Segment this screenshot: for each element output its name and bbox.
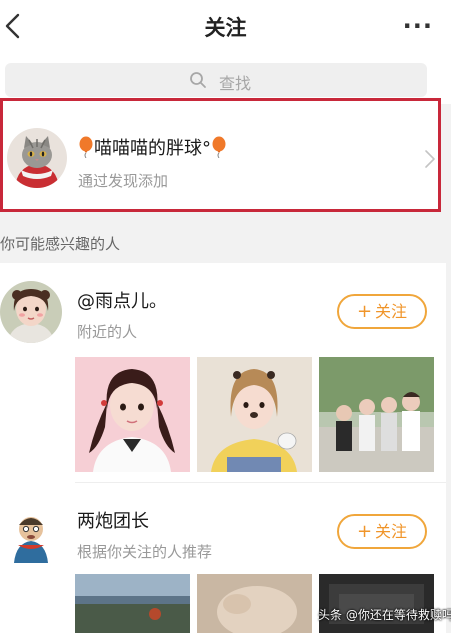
plus-icon: + xyxy=(356,301,373,322)
suggested-user-name[interactable]: 两炮团长 xyxy=(77,507,149,533)
top-bar: 关注 ··· xyxy=(0,0,451,52)
photo-strip xyxy=(75,574,435,633)
photo-thumbnail[interactable] xyxy=(75,574,190,633)
page-title: 关注 xyxy=(204,16,247,40)
follow-button[interactable]: + 关注 xyxy=(337,294,427,329)
photo-thumbnail[interactable] xyxy=(197,574,312,633)
followed-user-name-text: 喵喵喵的胖球° xyxy=(94,138,211,159)
suggestion-reason: 附近的人 xyxy=(77,323,138,341)
photo-thumbnail[interactable] xyxy=(197,357,312,472)
section-heading: 你可能感兴趣的人 xyxy=(0,235,121,253)
more-options-icon[interactable]: ··· xyxy=(403,12,433,40)
followed-user-row[interactable]: 喵喵喵的胖球° 通过发现添加 xyxy=(0,98,441,212)
suggested-user-name[interactable]: @雨点儿。 xyxy=(77,287,167,313)
search-area: 查找 xyxy=(0,52,451,104)
suggestions-list: @雨点儿。 附近的人 + 关注 两炮团长 根据你关注的人推荐 + 关注 xyxy=(0,263,446,633)
photo-thumbnail[interactable] xyxy=(319,574,434,633)
plus-icon: + xyxy=(356,521,373,542)
avatar[interactable] xyxy=(0,281,62,343)
search-icon xyxy=(190,72,206,88)
follow-label: 关注 xyxy=(375,522,408,541)
cat-avatar[interactable] xyxy=(7,128,67,188)
photo-strip xyxy=(75,357,435,472)
photo-thumbnail[interactable] xyxy=(319,357,434,472)
follow-button[interactable]: + 关注 xyxy=(337,514,427,549)
search-input[interactable]: 查找 xyxy=(5,63,427,97)
followed-user-source: 通过发现添加 xyxy=(78,172,169,190)
watermark: 头条 @你还在等待救赎吗 xyxy=(318,608,451,622)
chevron-right-icon[interactable] xyxy=(424,149,436,169)
photo-thumbnail[interactable] xyxy=(75,357,190,472)
followed-user-name: 喵喵喵的胖球° xyxy=(78,134,227,160)
balloon-icon xyxy=(212,136,226,158)
balloon-icon xyxy=(79,136,93,158)
follow-label: 关注 xyxy=(375,302,408,321)
suggestion-card: @雨点儿。 附近的人 + 关注 xyxy=(0,263,446,483)
avatar[interactable] xyxy=(0,501,62,563)
suggestion-reason: 根据你关注的人推荐 xyxy=(77,543,213,561)
search-placeholder: 查找 xyxy=(219,74,252,93)
